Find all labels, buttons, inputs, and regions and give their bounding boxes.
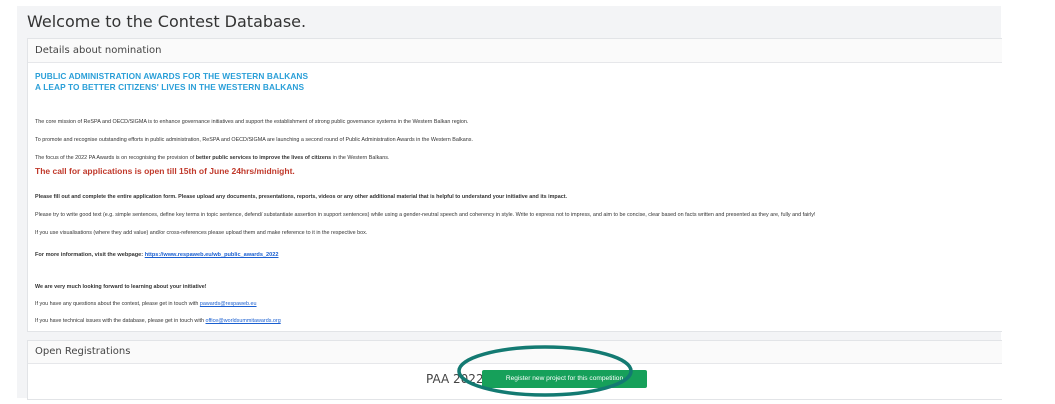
focus-text-end: in the Western Balkans.: [331, 155, 390, 161]
questions-text: If you have any questions about the cont…: [35, 301, 200, 307]
technical-line: If you have technical issues with the da…: [35, 318, 281, 324]
technical-text: If you have technical issues with the da…: [35, 318, 206, 324]
more-info-label: For more information, visit the webpage:: [35, 252, 145, 258]
details-header: Details about nomination: [28, 39, 1002, 63]
open-registrations-header: Open Registrations: [28, 341, 1002, 364]
call-deadline: The call for applications is open till 1…: [35, 166, 295, 176]
more-info-line: For more information, visit the webpage:…: [35, 252, 279, 258]
fill-out-paragraph: Please fill out and complete the entire …: [35, 194, 567, 200]
open-registrations-card: Open Registrations PAA 2022 Register new…: [27, 340, 1002, 400]
pawards-email-link[interactable]: pawards@respaweb.eu: [200, 301, 257, 307]
webpage-link[interactable]: https://www.respaweb.eu/wb_public_awards…: [145, 252, 279, 258]
looking-forward-text: We are very much looking forward to lear…: [35, 284, 207, 290]
focus-text-start: The focus of the 2022 PA Awards is on re…: [35, 155, 196, 161]
focus-paragraph: The focus of the 2022 PA Awards is on re…: [35, 155, 389, 161]
award-title-line-1: PUBLIC ADMINISTRATION AWARDS FOR THE WES…: [35, 71, 309, 81]
writing-guidance-paragraph: Please try to write good text (e.g. simp…: [35, 212, 816, 218]
contest-database-panel: Welcome to the Contest Database. Details…: [17, 6, 1002, 400]
page-title: Welcome to the Contest Database.: [27, 12, 307, 31]
office-email-link[interactable]: office@worldsummitawards.org: [206, 318, 281, 324]
promote-paragraph: To promote and recognise outstanding eff…: [35, 137, 473, 143]
mission-paragraph: The core mission of ReSPA and OECD/SIGMA…: [35, 119, 469, 125]
details-card: Details about nomination PUBLIC ADMINIST…: [27, 38, 1002, 332]
register-project-button[interactable]: Register new project for this competitio…: [482, 370, 647, 388]
questions-line: If you have any questions about the cont…: [35, 301, 257, 307]
award-title-line-2: A LEAP TO BETTER CITIZENS' LIVES IN THE …: [35, 82, 305, 92]
visualisations-paragraph: If you use visualisations (where they ad…: [35, 230, 368, 236]
competition-name: PAA 2022: [426, 372, 484, 386]
focus-text-bold: better public services to improve the li…: [195, 155, 332, 161]
